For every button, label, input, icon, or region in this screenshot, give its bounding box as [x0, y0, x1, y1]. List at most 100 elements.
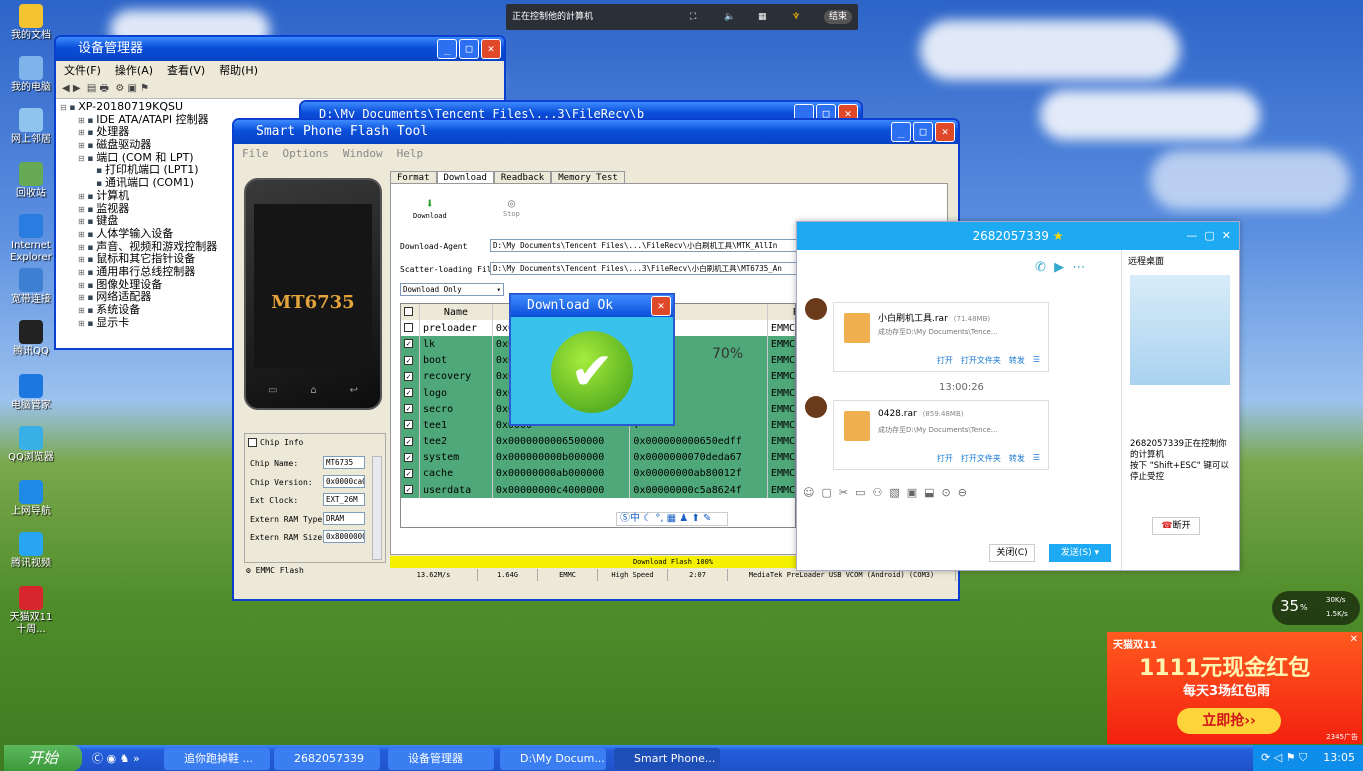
desktop-icon[interactable]: 宽带连接: [4, 268, 58, 306]
tree-expander-icon[interactable]: ⊞: [78, 192, 87, 201]
column-header[interactable]: Name: [419, 304, 493, 321]
maximize-icon[interactable]: □: [913, 122, 933, 142]
tree-expander-icon[interactable]: ⊞: [78, 116, 87, 125]
desktop-icon[interactable]: 腾讯视频: [4, 532, 58, 570]
download-button[interactable]: ⬇ Download: [413, 196, 447, 220]
desktop-icon[interactable]: 上网导航: [4, 480, 58, 518]
menu-item[interactable]: 文件(F): [64, 61, 101, 81]
table-row[interactable]: ✓ system 0x000000000b000000 0x0000000070ded…: [401, 449, 795, 466]
desktop-icon[interactable]: 电脑管家: [4, 374, 58, 412]
close-icon[interactable]: ✕: [651, 296, 671, 316]
flash-tool-titlebar[interactable]: Smart Phone Flash Tool _ □ ✕: [234, 120, 958, 144]
menu-item[interactable]: Help: [397, 144, 424, 164]
end-control-button[interactable]: 结束: [824, 10, 853, 24]
table-row[interactable]: ✓ userdata 0x00000000c4000000 0x00000000c5a…: [401, 482, 795, 499]
file-action-link[interactable]: 打开: [937, 355, 953, 366]
minimize-icon[interactable]: _: [891, 122, 911, 142]
disconnect-button[interactable]: ☎断开: [1152, 517, 1200, 535]
menu-item[interactable]: 操作(A): [115, 61, 153, 81]
tree-expander-icon[interactable]: ⊞: [78, 217, 87, 226]
menu-icon[interactable]: ☰: [1033, 355, 1040, 366]
stop-button[interactable]: ◎ Stop: [503, 196, 520, 218]
ad-close-icon[interactable]: ✕: [1350, 634, 1358, 645]
mode-select[interactable]: Download Only ▾: [400, 283, 504, 296]
file-card[interactable]: 0428.rar (859.48MB) 成功存至D:\My Documents\Te…: [833, 400, 1049, 470]
row-checkbox[interactable]: ✓: [401, 336, 420, 353]
qq-titlebar[interactable]: 2682057339 ★ — ▢ ✕: [797, 222, 1239, 250]
volume-icon[interactable]: 🔈: [724, 4, 735, 30]
table-row[interactable]: ✓ cache 0x00000000ab000000 0x00000000ab8001…: [401, 465, 795, 483]
tree-expander-icon[interactable]: ⊟: [78, 154, 87, 163]
desktop-icon[interactable]: QQ浏览器: [4, 426, 58, 464]
row-checkbox[interactable]: ✓: [401, 465, 420, 483]
table-row[interactable]: ✓ tee2 0x0000000006500000 0x000000000650edf…: [401, 433, 795, 450]
menu-item[interactable]: Window: [343, 144, 383, 164]
tree-expander-icon[interactable]: ⊞: [78, 243, 87, 252]
row-checkbox[interactable]: ✓: [401, 352, 420, 369]
tree-expander-icon[interactable]: ⊞: [78, 319, 87, 328]
close-icon[interactable]: ✕: [481, 39, 501, 59]
desktop-icon[interactable]: 我的文档: [4, 4, 58, 42]
taskbar-item[interactable]: 设备管理器: [388, 748, 494, 770]
file-action-link[interactable]: 打开文件夹: [961, 355, 1001, 366]
file-action-link[interactable]: 转发: [1009, 355, 1025, 366]
qq-send-button[interactable]: 发送(S) ▾: [1049, 544, 1111, 562]
tree-expander-icon[interactable]: ⊞: [78, 281, 87, 290]
menu-item[interactable]: 查看(V): [167, 61, 205, 81]
file-action-link[interactable]: 转发: [1009, 453, 1025, 464]
remote-desktop-tab[interactable]: 远程桌面: [1122, 250, 1239, 271]
tree-expander-icon[interactable]: ⊞: [78, 293, 87, 302]
desktop-icon[interactable]: Internet Explorer: [4, 214, 58, 264]
fullscreen-icon[interactable]: ⛶: [690, 4, 696, 30]
minimize-icon[interactable]: _: [437, 39, 457, 59]
row-checkbox[interactable]: [401, 320, 420, 337]
file-action-link[interactable]: 打开文件夹: [961, 453, 1001, 464]
tree-expander-icon[interactable]: ⊞: [78, 205, 87, 214]
tree-expander-icon[interactable]: ⊟: [60, 103, 69, 112]
device-manager-titlebar[interactable]: 设备管理器 _ □ ✕: [56, 37, 504, 61]
ime-toolbar[interactable]: Ⓢ中 ☾ °, ▦ ♟ ⬆ ✎: [616, 512, 728, 526]
taskbar-item[interactable]: 追你跑掉鞋 ...: [164, 748, 270, 770]
scrollbar[interactable]: [372, 456, 382, 560]
tree-expander-icon[interactable]: ⊞: [78, 255, 87, 264]
sender-avatar[interactable]: [805, 298, 827, 320]
layout-icon[interactable]: ▦: [758, 4, 767, 30]
column-header[interactable]: Region: [767, 304, 795, 321]
ad-popup[interactable]: 天猫双11 ✕ 1111元现金红包 每天3场红包雨 立即抢›› 2345广告: [1107, 632, 1362, 744]
desktop-icon[interactable]: 回收站: [4, 162, 58, 200]
sender-avatar[interactable]: [805, 396, 827, 418]
menu-item[interactable]: 帮助(H): [219, 61, 258, 81]
file-action-link[interactable]: 打开: [937, 453, 953, 464]
file-card[interactable]: 小白刷机工具.rar (71.48MB) 成功存至D:\My Documents\T…: [833, 302, 1049, 372]
menu-item[interactable]: Options: [283, 144, 329, 164]
quick-launch[interactable]: Ⓒ ◉ ♞ »: [92, 750, 140, 766]
download-agent-field[interactable]: D:\My Documents\Tencent Files\...\FileRe…: [490, 239, 800, 252]
pin-icon[interactable]: ♆: [792, 4, 800, 30]
desktop-icon[interactable]: 腾讯QQ: [4, 320, 58, 358]
tree-expander-icon[interactable]: ⊞: [78, 128, 87, 137]
start-button[interactable]: 开始: [4, 745, 82, 771]
close-icon[interactable]: ✕: [935, 122, 955, 142]
ad-button[interactable]: 立即抢››: [1177, 708, 1281, 734]
dialog-titlebar[interactable]: Download Ok ✕: [511, 295, 673, 317]
taskbar-item[interactable]: 2682057339: [274, 748, 380, 770]
tree-expander-icon[interactable]: ⊞: [78, 141, 87, 150]
qq-input-toolbar[interactable]: ☺▢✂▭⚇▧▣⬓⊙⊖: [803, 486, 974, 499]
menu-item[interactable]: File: [242, 144, 269, 164]
desktop-icon[interactable]: 天猫双11 十周...: [4, 586, 58, 636]
qq-call-icons[interactable]: ✆ ▶ ⋯: [1035, 260, 1085, 275]
maximize-icon[interactable]: □: [459, 39, 479, 59]
qq-close-button[interactable]: 关闭(C): [989, 544, 1035, 562]
desktop-icon[interactable]: 网上邻居: [4, 108, 58, 146]
row-checkbox[interactable]: ✓: [401, 482, 420, 499]
scatter-field[interactable]: D:\My Documents\Tencent Files\...3\FileR…: [490, 262, 800, 275]
tree-expander-icon[interactable]: ⊞: [78, 268, 87, 277]
taskbar-item[interactable]: D:\My Docum...: [500, 748, 606, 770]
row-checkbox[interactable]: ✓: [401, 417, 420, 434]
taskbar-item[interactable]: Smart Phone...: [614, 748, 720, 770]
menu-icon[interactable]: ☰: [1033, 453, 1040, 464]
row-checkbox[interactable]: ✓: [401, 433, 420, 450]
desktop-icon[interactable]: 我的电脑: [4, 56, 58, 94]
row-checkbox[interactable]: ✓: [401, 449, 420, 466]
tree-expander-icon[interactable]: ⊞: [78, 306, 87, 315]
